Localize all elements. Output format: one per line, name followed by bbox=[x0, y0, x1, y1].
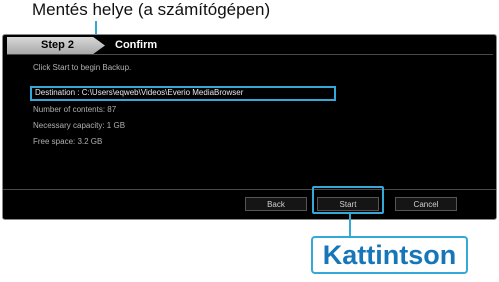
save-location-callout: Mentés helye (a számítógépen) bbox=[32, 0, 271, 19]
step-label: Step 2 bbox=[41, 39, 75, 51]
dialog-title: Confirm bbox=[115, 39, 158, 51]
back-button[interactable]: Back bbox=[245, 197, 307, 211]
step-bar: Step 2 Confirm bbox=[7, 37, 493, 55]
cancel-button[interactable]: Cancel bbox=[395, 197, 457, 211]
necessary-capacity: Necessary capacity: 1 GB bbox=[33, 121, 126, 130]
free-space: Free space: 3.2 GB bbox=[33, 137, 103, 146]
click-leader-line bbox=[349, 214, 351, 236]
destination-highlight: Destination : C:\Users\eqweb\Videos\Ever… bbox=[30, 86, 336, 101]
destination-path: Destination : C:\Users\eqweb\Videos\Ever… bbox=[35, 88, 244, 97]
button-bar: Back Start Cancel bbox=[3, 189, 496, 218]
number-of-contents: Number of contents: 87 bbox=[33, 105, 117, 114]
click-callout: Kattintson bbox=[311, 236, 468, 274]
intro-text: Click Start to begin Backup. bbox=[33, 63, 132, 72]
confirm-dialog: Step 2 Confirm Click Start to begin Back… bbox=[2, 34, 497, 220]
start-button-highlight bbox=[312, 186, 384, 214]
